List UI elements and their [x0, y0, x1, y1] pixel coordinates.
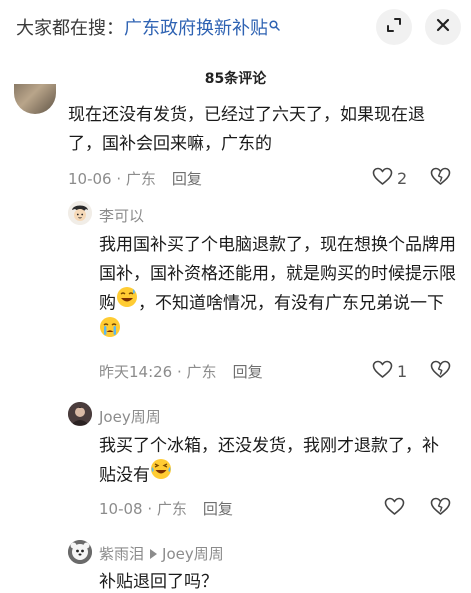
dislike-button[interactable] [430, 167, 451, 190]
dislike-button[interactable] [430, 360, 451, 383]
comment-date: 10-08 [99, 500, 143, 518]
heart-icon [372, 360, 393, 383]
comment-meta: 10-06 · 广东 回复 [68, 170, 202, 188]
comment-meta: 昨天14:26 · 广东 回复 [99, 363, 263, 381]
broken-heart-icon [430, 360, 451, 383]
heart-icon [372, 167, 393, 190]
avatar[interactable] [14, 84, 56, 114]
trending-search-hint[interactable]: 大家都在搜：广东政府换新补贴 [16, 14, 280, 40]
crying-emoji-icon [99, 316, 121, 348]
expand-icon [385, 16, 403, 38]
comment-location: 广东 [156, 500, 187, 518]
like-count: 2 [397, 169, 408, 188]
comment-text: 我用国补买了个电脑退款了，现在想换个品牌用国补，国补资格还能用，就是购买的时候提… [99, 231, 459, 348]
comment-location: 广东 [125, 170, 156, 188]
like-count: 1 [397, 362, 408, 381]
comment-location: 广东 [186, 363, 217, 381]
trending-keyword[interactable]: 广东政府换新补贴 [124, 18, 268, 39]
broken-heart-icon [430, 497, 451, 520]
like-button[interactable] [384, 497, 405, 520]
heart-icon [384, 497, 405, 520]
expand-button[interactable] [376, 9, 412, 45]
sweat-laugh-emoji-icon [116, 286, 138, 318]
dislike-button[interactable] [430, 497, 451, 520]
reply-button[interactable]: 回复 [172, 170, 202, 188]
comment-date: 昨天14:26 [99, 363, 173, 381]
reply-header: 紫雨泪 Joey周周 [99, 543, 224, 564]
comment-date: 10-06 [68, 170, 112, 188]
comment-text-part: ，不知道啥情况，有没有广东兄弟说一下 [138, 293, 444, 314]
comment-count: 85条评论 [204, 71, 267, 87]
top-bar: 大家都在搜：广东政府换新补贴 [0, 0, 471, 54]
reply-arrow-icon [150, 549, 158, 559]
broken-heart-icon [430, 167, 451, 190]
close-button[interactable] [425, 9, 461, 45]
comment-author[interactable]: 李可以 [99, 205, 144, 226]
laughing-tears-emoji-icon [150, 458, 172, 490]
search-icon [269, 15, 280, 36]
avatar[interactable] [68, 402, 92, 426]
reply-button[interactable]: 回复 [203, 500, 233, 518]
comment-text: 补贴退回了吗？ [99, 572, 218, 592]
comment-text: 现在还没有发货，已经过了六天了，如果现在退了，国补会回来嘛，广东的 [68, 105, 425, 154]
reply-to-author[interactable]: Joey周周 [162, 545, 224, 563]
avatar[interactable] [68, 201, 92, 225]
avatar[interactable] [68, 540, 92, 564]
comment-text: 我买了个冰箱，还没发货，我刚才退款了，补贴没有 [99, 432, 439, 491]
comment-author[interactable]: Joey周周 [99, 406, 161, 427]
like-button[interactable]: 2 [372, 167, 407, 190]
comment-author[interactable]: 紫雨泪 [99, 545, 144, 563]
close-icon [435, 17, 451, 37]
trending-label: 大家都在搜： [16, 18, 124, 39]
like-button[interactable]: 1 [372, 360, 407, 383]
comment-meta: 10-08 · 广东 回复 [99, 500, 233, 518]
reply-button[interactable]: 回复 [233, 363, 263, 381]
